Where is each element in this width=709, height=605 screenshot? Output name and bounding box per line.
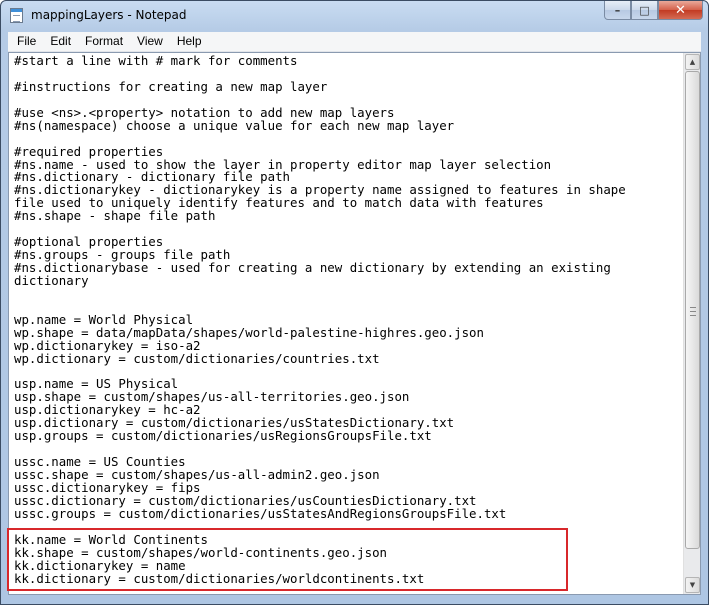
minimize-button[interactable]: – [604,1,631,20]
close-icon: ✕ [675,2,686,18]
close-button[interactable]: ✕ [658,1,703,20]
menu-help[interactable]: Help [170,32,209,51]
text-line: dictionary [14,272,89,288]
menu-bar: File Edit Format View Help [8,32,701,52]
text-line: usp.groups = custom/dictionaries/usRegio… [14,428,432,444]
text-line: ussc.groups = custom/dictionaries/usStat… [14,505,507,521]
scroll-down-icon: ▼ [689,581,696,589]
notepad-icon[interactable] [10,8,23,23]
text-editor[interactable]: #start a line with # mark for comments #i… [9,53,683,594]
notepad-window: mappingLayers - Notepad – □ ✕ File Edit … [0,0,709,605]
caption-buttons: – □ ✕ [604,1,703,21]
scroll-up-icon: ▲ [689,58,696,66]
scroll-up-button[interactable]: ▲ [685,54,700,70]
text-line: wp.dictionary = custom/dictionaries/coun… [14,350,380,366]
text-line: #ns.dictionarybase - used for creating a… [14,260,611,275]
editor-frame: #start a line with # mark for comments #i… [8,52,701,595]
minimize-icon: – [614,3,621,17]
grip-icon [690,307,696,316]
vertical-scrollbar[interactable]: ▲ ▼ [683,53,700,594]
window-title: mappingLayers - Notepad [31,8,187,22]
text-line: #ns.shape - shape file path [14,208,216,224]
menu-edit[interactable]: Edit [43,32,78,51]
menu-file[interactable]: File [8,32,43,51]
highlight-annotation [7,528,568,591]
text-line: #instructions for creating a new map lay… [14,78,328,94]
editor-lines: #start a line with # mark for comments #i… [14,53,626,585]
maximize-icon: □ [639,3,650,17]
scroll-down-button[interactable]: ▼ [685,577,700,593]
scrollbar-thumb[interactable] [685,71,700,549]
title-bar[interactable]: mappingLayers - Notepad – □ ✕ [1,1,708,31]
text-line: #ns(namespace) choose a unique value for… [14,117,455,133]
text-line [14,288,626,301]
menu-view[interactable]: View [130,32,170,51]
menu-format[interactable]: Format [78,32,130,51]
maximize-button[interactable]: □ [631,1,658,20]
text-line: #start a line with # mark for comments [14,53,298,68]
